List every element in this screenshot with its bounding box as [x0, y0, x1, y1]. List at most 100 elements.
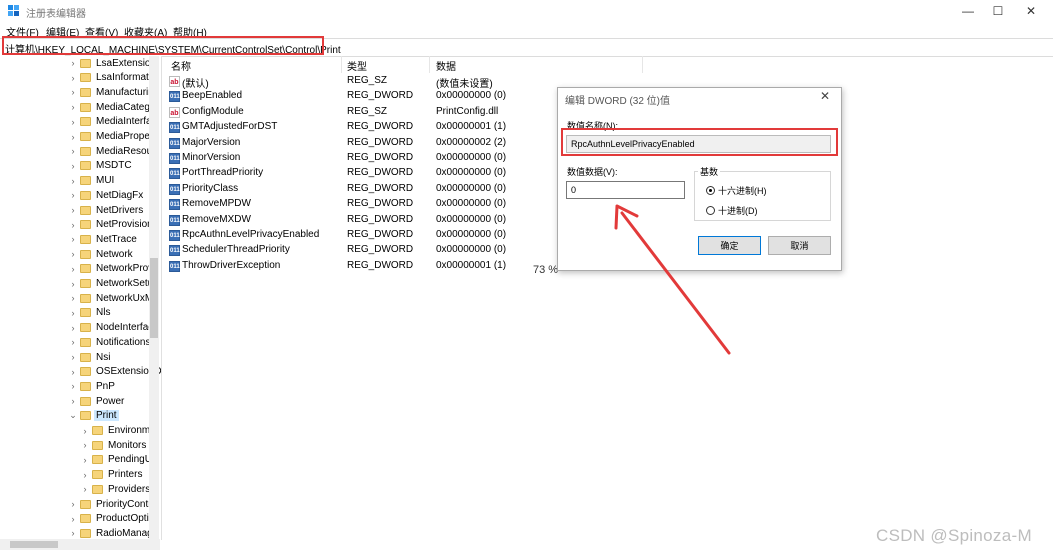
chevron-right-icon[interactable]: › — [68, 234, 78, 244]
tree-item[interactable]: › MediaCatego — [68, 100, 157, 114]
chevron-right-icon[interactable]: › — [68, 146, 78, 156]
value-name[interactable]: BeepEnabled — [182, 90, 242, 101]
tree-item[interactable]: › Monitors — [80, 438, 148, 452]
chevron-right-icon[interactable]: › — [68, 514, 78, 524]
chevron-right-icon[interactable]: › — [68, 499, 78, 509]
close-button[interactable]: ✕ — [1016, 0, 1046, 22]
cancel-button[interactable]: 取消 — [768, 236, 831, 255]
value-name[interactable]: SchedulerThreadPriority — [182, 244, 290, 255]
chevron-right-icon[interactable]: › — [68, 293, 78, 303]
tree-item[interactable]: › Environme — [80, 424, 158, 438]
chevron-right-icon[interactable]: › — [68, 132, 78, 142]
chevron-right-icon[interactable]: › — [80, 470, 90, 480]
value-name[interactable]: PriorityClass — [182, 183, 238, 194]
chevron-right-icon[interactable]: › — [68, 367, 78, 377]
column-data-header[interactable]: 数据 — [436, 58, 456, 73]
chevron-right-icon[interactable]: › — [68, 102, 78, 112]
value-name[interactable]: PortThreadPriority — [182, 167, 263, 178]
tree-item[interactable]: › PnP — [68, 379, 117, 393]
tree-item[interactable]: › PendingUp — [80, 453, 159, 467]
chevron-right-icon[interactable]: › — [68, 220, 78, 230]
value-data: 0x00000002 (2) — [436, 136, 507, 148]
tree-item[interactable]: › Printers — [80, 468, 144, 482]
chevron-right-icon[interactable]: › — [68, 352, 78, 362]
dec-radio[interactable] — [706, 206, 715, 215]
chevron-right-icon[interactable]: › — [68, 161, 78, 171]
chevron-right-icon[interactable]: › — [80, 426, 90, 436]
tree-item[interactable]: › LsaExtension — [68, 56, 158, 70]
chevron-right-icon[interactable]: › — [68, 396, 78, 406]
chevron-right-icon[interactable]: › — [68, 117, 78, 127]
chevron-right-icon[interactable]: › — [68, 264, 78, 274]
tree-item[interactable]: › MediaInterfa — [68, 115, 154, 129]
value-data-input[interactable]: 0 — [566, 181, 685, 199]
tree-item[interactable]: › NetDiagFx — [68, 188, 145, 202]
maximize-button[interactable]: ☐ — [983, 0, 1013, 22]
tree-item[interactable]: › MUI — [68, 174, 116, 188]
column-type-header[interactable]: 类型 — [347, 58, 367, 73]
tree-item[interactable]: › NetProvision — [68, 218, 155, 232]
hex-radio[interactable] — [706, 186, 715, 195]
value-name[interactable]: (默认) — [182, 75, 209, 90]
chevron-right-icon[interactable]: › — [68, 528, 78, 538]
tree-item[interactable]: › NodeInterfac — [68, 321, 155, 335]
tree-item[interactable]: › Network — [68, 247, 135, 261]
tree-item[interactable]: › NetTrace — [68, 232, 139, 246]
chevron-down-icon[interactable]: ⌄ — [68, 410, 78, 421]
tree-item[interactable]: › Nls — [68, 306, 112, 320]
tree-item[interactable]: › NetworkSetu — [68, 277, 155, 291]
tree-item[interactable]: › ProductOptio — [68, 512, 156, 526]
tree-item[interactable]: › LsaInformatic — [68, 71, 158, 85]
chevron-right-icon[interactable]: › — [68, 323, 78, 333]
tree-item[interactable]: › NetDrivers — [68, 203, 145, 217]
value-name[interactable]: RpcAuthnLevelPrivacyEnabled — [182, 229, 319, 240]
tree-item[interactable]: › MediaProper — [68, 130, 155, 144]
tree-item[interactable]: ⌄ Print — [68, 409, 119, 423]
chevron-right-icon[interactable]: › — [68, 190, 78, 200]
tree-scroll-thumb[interactable] — [150, 258, 158, 338]
chevron-right-icon[interactable]: › — [80, 440, 90, 450]
tree-item[interactable]: › RadioManag — [68, 526, 155, 540]
chevron-right-icon[interactable]: › — [68, 87, 78, 97]
value-name[interactable]: ThrowDriverException — [182, 260, 280, 271]
value-name[interactable]: MinorVersion — [182, 152, 240, 163]
value-name[interactable]: RemoveMXDW — [182, 214, 251, 225]
tree-item[interactable]: › Power — [68, 394, 126, 408]
column-divider[interactable] — [642, 56, 643, 73]
tree-item[interactable]: › PriorityContro — [68, 497, 159, 511]
chevron-right-icon[interactable]: › — [68, 308, 78, 318]
column-divider[interactable] — [429, 56, 430, 73]
hex-radio-option[interactable]: 十六进制(H) — [706, 184, 767, 197]
ok-button[interactable]: 确定 — [698, 236, 761, 255]
chevron-right-icon[interactable]: › — [68, 337, 78, 347]
tree-item[interactable]: › MediaResour — [68, 144, 157, 158]
tree-item[interactable]: › Providers — [80, 482, 152, 496]
chevron-right-icon[interactable]: › — [80, 455, 90, 465]
value-name[interactable]: ConfigModule — [182, 106, 244, 117]
tree-item[interactable]: › OSExtensionD — [68, 365, 162, 379]
chevron-right-icon[interactable]: › — [68, 58, 78, 68]
tree-item[interactable]: › MSDTC — [68, 159, 134, 173]
value-name[interactable]: MajorVersion — [182, 137, 240, 148]
tree-hscroll-thumb[interactable] — [10, 541, 58, 548]
value-name[interactable]: RemoveMPDW — [182, 198, 251, 209]
minimize-button[interactable]: — — [953, 0, 983, 22]
tree-item[interactable]: › Manufacturin — [68, 85, 156, 99]
chevron-right-icon[interactable]: › — [68, 249, 78, 259]
column-name-header[interactable]: 名称 — [171, 58, 191, 73]
tree-item[interactable]: › Nsi — [68, 350, 112, 364]
column-divider[interactable] — [341, 56, 342, 73]
tree-item[interactable]: › NetworkUxM — [68, 291, 155, 305]
chevron-right-icon[interactable]: › — [68, 73, 78, 83]
tree-item[interactable]: › NetworkProv — [68, 262, 155, 276]
chevron-right-icon[interactable]: › — [68, 205, 78, 215]
value-name[interactable]: GMTAdjustedForDST — [182, 121, 277, 132]
chevron-right-icon[interactable]: › — [80, 484, 90, 494]
chevron-right-icon[interactable]: › — [68, 279, 78, 289]
dialog-close-icon[interactable]: ✕ — [820, 89, 830, 103]
dec-radio-option[interactable]: 十进制(D) — [706, 204, 758, 217]
tree-item[interactable]: › Notifications — [68, 335, 152, 349]
key-tree[interactable]: › LsaExtension › LsaInformatic › Manufacturin… — [0, 56, 162, 540]
chevron-right-icon[interactable]: › — [68, 176, 78, 186]
chevron-right-icon[interactable]: › — [68, 381, 78, 391]
